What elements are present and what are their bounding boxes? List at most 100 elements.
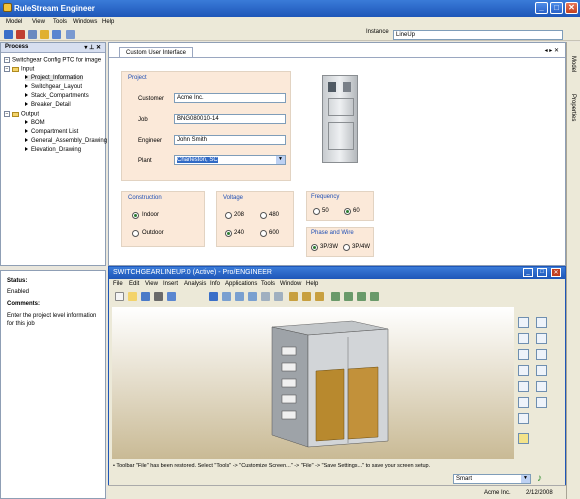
- draft-icon[interactable]: [536, 397, 547, 408]
- voltage-480-radio[interactable]: [260, 212, 267, 219]
- save-icon[interactable]: [4, 30, 13, 39]
- menu-help[interactable]: Help: [102, 19, 114, 25]
- csys-icon[interactable]: [370, 292, 379, 301]
- proe-menu-window[interactable]: Window: [280, 281, 301, 287]
- extrude-icon[interactable]: [536, 317, 547, 328]
- print-icon[interactable]: [154, 292, 163, 301]
- open-folder-icon[interactable]: [128, 292, 137, 301]
- repaint-icon[interactable]: [209, 292, 218, 301]
- collapse-icon[interactable]: −: [4, 66, 10, 72]
- engineer-field[interactable]: John Smith: [174, 135, 286, 145]
- tree-folder-output[interactable]: − Output: [4, 111, 39, 118]
- phase-3p4w-radio[interactable]: [343, 244, 350, 251]
- properties-tab[interactable]: Properties: [570, 94, 576, 121]
- freq-60-radio[interactable]: [344, 208, 351, 215]
- construction-card: Construction Indoor Outdoor: [121, 191, 205, 247]
- freq-50-radio[interactable]: [313, 208, 320, 215]
- tree-item-breaker-detail[interactable]: Breaker_Detail: [25, 102, 71, 108]
- model-tab[interactable]: Model: [570, 56, 576, 72]
- proe-menu-insert[interactable]: Insert: [163, 281, 178, 287]
- refresh-icon[interactable]: [16, 30, 25, 39]
- datum-axes-icon[interactable]: [344, 292, 353, 301]
- proe-menu-tools[interactable]: Tools: [261, 281, 275, 287]
- proe-menu-info[interactable]: Info: [210, 281, 220, 287]
- minimize-button[interactable]: _: [535, 2, 548, 14]
- round-icon[interactable]: [536, 381, 547, 392]
- custom-ui-panel: Custom User Interface ◂ ▸ ✕ Project Cust…: [108, 42, 566, 266]
- proe-close-button[interactable]: ✕: [551, 268, 561, 277]
- tree-item-general-assembly-drawing[interactable]: General_Assembly_Drawing: [25, 138, 107, 144]
- phase-3p3w-radio[interactable]: [311, 244, 318, 251]
- model-viewport[interactable]: [112, 307, 514, 459]
- revolve-icon[interactable]: [536, 365, 547, 376]
- close-button[interactable]: ✕: [565, 2, 578, 14]
- tree-item-switchgear-layout[interactable]: Switchgear_Layout: [25, 84, 82, 90]
- plane-icon[interactable]: [518, 333, 529, 344]
- refit-icon[interactable]: [248, 292, 257, 301]
- axis-icon[interactable]: [536, 333, 547, 344]
- voltage-208-radio[interactable]: [225, 212, 232, 219]
- orient-icon[interactable]: [261, 292, 270, 301]
- filter-select[interactable]: Smart ▼: [453, 474, 531, 484]
- saved-views-icon[interactable]: [274, 292, 283, 301]
- report-icon[interactable]: [66, 30, 75, 39]
- email-icon[interactable]: [167, 292, 176, 301]
- tree-item-stack-compartments[interactable]: Stack_Compartments: [25, 93, 89, 99]
- hidden-line-icon[interactable]: [302, 292, 311, 301]
- customer-field[interactable]: Acme Inc.: [174, 93, 286, 103]
- proe-menu-analysis[interactable]: Analysis: [184, 281, 206, 287]
- proe-menu-view[interactable]: View: [145, 281, 158, 287]
- menu-tools[interactable]: Tools: [53, 19, 67, 25]
- comments-text: Enter the project level information for …: [7, 313, 97, 327]
- pattern-icon[interactable]: [518, 413, 529, 424]
- tab-scroll-icon[interactable]: ◂ ▸ ✕: [545, 47, 559, 54]
- open-icon[interactable]: [28, 30, 37, 39]
- voltage-240-radio[interactable]: [225, 230, 232, 237]
- new-file-icon[interactable]: [115, 292, 124, 301]
- collapse-icon[interactable]: −: [4, 57, 10, 63]
- plant-select[interactable]: Charleston, SC ▼: [174, 155, 286, 165]
- shading-icon[interactable]: [315, 292, 324, 301]
- help-icon[interactable]: [52, 30, 61, 39]
- outdoor-radio[interactable]: [132, 230, 139, 237]
- proe-minimize-button[interactable]: _: [523, 268, 533, 277]
- panel-pin-icon[interactable]: ▾ ⊥ ✕: [84, 44, 101, 51]
- menu-windows[interactable]: Windows: [73, 19, 97, 25]
- sketch-icon[interactable]: [518, 317, 529, 328]
- zoom-in-icon[interactable]: [222, 292, 231, 301]
- save-file-icon[interactable]: [141, 292, 150, 301]
- warning-icon[interactable]: [40, 30, 49, 39]
- proe-maximize-button[interactable]: □: [537, 268, 547, 277]
- tree-item-compartment-list[interactable]: Compartment List: [25, 129, 78, 135]
- menu-view[interactable]: View: [32, 19, 45, 25]
- datum-planes-icon[interactable]: [331, 292, 340, 301]
- annotation-icon[interactable]: [518, 433, 529, 444]
- zoom-out-icon[interactable]: [235, 292, 244, 301]
- tree-item-project-information[interactable]: Project_Information: [25, 75, 84, 81]
- instance-select[interactable]: LineUp: [393, 30, 563, 40]
- curve-icon[interactable]: [518, 365, 529, 376]
- proe-menu-applications[interactable]: Applications: [225, 281, 257, 287]
- voltage-600-radio[interactable]: [260, 230, 267, 237]
- status-panel: Status: Enabled Comments: Enter the proj…: [0, 270, 106, 499]
- proe-menu-edit[interactable]: Edit: [129, 281, 139, 287]
- indoor-radio[interactable]: [132, 212, 139, 219]
- tree-root[interactable]: − Switchgear Config PTC for image: [4, 57, 101, 64]
- proe-menu-help[interactable]: Help: [306, 281, 318, 287]
- proe-title: SWITCHGEARLINEUP.0 (Active) - Pro/ENGINE…: [113, 269, 272, 276]
- tree-item-bom[interactable]: BOM: [25, 120, 45, 126]
- point-icon[interactable]: [518, 349, 529, 360]
- maximize-button[interactable]: □: [550, 2, 563, 14]
- wireframe-icon[interactable]: [289, 292, 298, 301]
- job-field[interactable]: BNG080010-14: [174, 114, 286, 124]
- menu-model[interactable]: Model: [6, 19, 22, 25]
- shell-icon[interactable]: [518, 397, 529, 408]
- tree-folder-input[interactable]: − Input: [4, 66, 34, 73]
- proe-menu-file[interactable]: File: [113, 281, 123, 287]
- csys-tool-icon[interactable]: [536, 349, 547, 360]
- regenerate-icon[interactable]: ♪: [537, 473, 542, 484]
- datum-points-icon[interactable]: [357, 292, 366, 301]
- tree-item-elevation-drawing[interactable]: Elevation_Drawing: [25, 147, 81, 153]
- collapse-icon[interactable]: −: [4, 111, 10, 117]
- hole-icon[interactable]: [518, 381, 529, 392]
